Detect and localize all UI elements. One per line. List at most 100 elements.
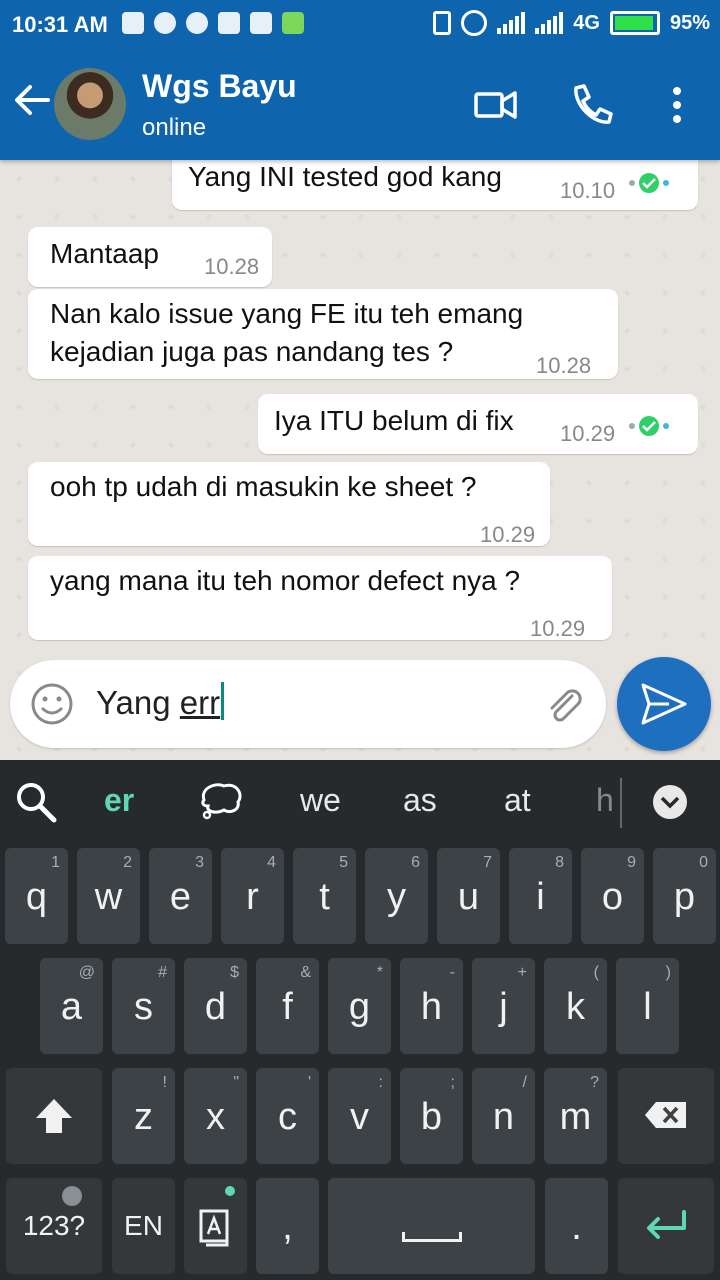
key-z[interactable]: ! z (112, 1068, 175, 1164)
key-h[interactable]: -h (400, 958, 463, 1054)
message-input[interactable]: Yang err (96, 682, 225, 722)
expand-suggestions-icon[interactable] (652, 784, 688, 820)
key-label: i (536, 876, 545, 918)
message-bubble-outgoing[interactable]: Iya ITU belum di fix 10.29 (258, 394, 698, 454)
key-r[interactable]: 4r (221, 848, 284, 944)
game-notification-icon (218, 12, 240, 34)
message-bubble-incoming[interactable]: yang mana itu teh nomor defect nya ? 10.… (28, 556, 612, 641)
video-call-icon[interactable] (470, 80, 520, 130)
key-j[interactable]: + j (472, 958, 535, 1054)
key-n[interactable]: / n (472, 1068, 535, 1164)
message-time: 10.29 (530, 616, 586, 641)
key-o[interactable]: 9o (581, 848, 644, 944)
speech-bubble-icon[interactable] (198, 780, 244, 822)
key-e[interactable]: 3e (149, 848, 212, 944)
status-right-icons: 4G 95% (433, 10, 710, 36)
key-s[interactable]: # s (112, 958, 175, 1054)
message-bubble-incoming[interactable]: ooh tp udah di masukin ke sheet ? 10.29 (28, 462, 550, 547)
emoji-icon[interactable] (30, 682, 74, 726)
key-hint: : (378, 1074, 383, 1091)
message-bubble-incoming[interactable]: Mantaap 10.28 (28, 227, 272, 287)
language-key[interactable]: EN (112, 1178, 175, 1274)
message-text: yang mana itu teh nomor defect nya ? (50, 565, 521, 596)
key-label: c (278, 1096, 297, 1138)
key-c[interactable]: ' c (256, 1068, 319, 1164)
key-b[interactable]: ; b (400, 1068, 463, 1164)
read-receipt-icon (629, 173, 669, 193)
suggestion-2[interactable]: we (300, 782, 341, 819)
key-l[interactable]: ) l (616, 958, 679, 1054)
send-button[interactable] (617, 657, 711, 751)
key-hint: 0 (699, 854, 708, 871)
key-f[interactable]: & f (256, 958, 319, 1054)
key-hint: 7 (483, 854, 492, 871)
comma-key[interactable]: , (256, 1178, 319, 1274)
key-hint: 9 (627, 854, 636, 871)
key-label: n (492, 1096, 515, 1138)
voice-call-icon[interactable] (566, 80, 616, 130)
key-d[interactable]: $ d (184, 958, 247, 1054)
shift-key[interactable] (6, 1068, 102, 1164)
suggestion-1[interactable]: er (104, 782, 134, 819)
translate-indicator (225, 1186, 235, 1196)
message-text-line-1: Nan kalo issue yang FE itu teh emang (50, 298, 524, 329)
key-q[interactable]: 1q (5, 848, 68, 944)
status-time: 10:31 AM (12, 12, 108, 37)
enter-key[interactable] (618, 1178, 714, 1274)
message-time: 10.29 (560, 421, 616, 446)
key-u[interactable]: 7u (437, 848, 500, 944)
key-w[interactable]: 2w (77, 848, 140, 944)
signal-2-icon (535, 12, 564, 34)
suggestion-5[interactable]: h (596, 782, 614, 819)
message-text: Yang INI tested god kang (188, 161, 502, 192)
key-a[interactable]: @ a (40, 958, 103, 1054)
key-hint: @ (78, 964, 95, 981)
backspace-key[interactable] (618, 1068, 714, 1164)
key-hint: & (300, 964, 311, 981)
key-hint: " (233, 1074, 239, 1091)
suggestion-4[interactable]: at (504, 782, 531, 819)
translate-key[interactable] (184, 1178, 247, 1274)
send-icon (641, 683, 687, 725)
battery-level (614, 16, 653, 30)
key-i[interactable]: 8i (509, 848, 572, 944)
key-label: m (559, 1096, 592, 1138)
suggestion-3[interactable]: as (403, 782, 437, 819)
comma-key-label: , (282, 1206, 293, 1248)
key-m[interactable]: ? m (544, 1068, 607, 1164)
notification-icons (122, 12, 304, 34)
app-notification-icon (186, 12, 208, 34)
key-label: r (246, 876, 259, 918)
contact-name[interactable]: Wgs Bayu (142, 68, 297, 105)
key-p[interactable]: 0p (653, 848, 716, 944)
key-k[interactable]: (k (544, 958, 607, 1054)
back-arrow-icon[interactable] (12, 80, 52, 120)
period-key[interactable]: . (545, 1178, 608, 1274)
key-label: o (601, 876, 624, 918)
key-label: d (204, 986, 227, 1028)
key-hint: 5 (339, 854, 348, 871)
attach-icon[interactable] (542, 682, 586, 726)
key-label: f (282, 986, 293, 1028)
key-v[interactable]: :v (328, 1068, 391, 1164)
key-x[interactable]: " x (184, 1068, 247, 1164)
search-icon[interactable] (14, 780, 58, 824)
key-hint: 2 (123, 854, 132, 871)
key-hint: 6 (411, 854, 420, 871)
contact-avatar[interactable] (54, 68, 126, 140)
key-hint: ? (590, 1074, 599, 1091)
key-label: e (169, 876, 192, 918)
key-t[interactable]: 5t (293, 848, 356, 944)
message-composer[interactable]: Yang err (10, 660, 606, 748)
key-label: a (60, 986, 83, 1028)
message-bubble-incoming[interactable]: Nan kalo issue yang FE itu teh emang kej… (28, 289, 618, 379)
key-y[interactable]: 6y (365, 848, 428, 944)
message-bubble-outgoing[interactable]: Yang INI tested god kang 10.10 (172, 160, 698, 210)
symbols-key[interactable]: 123? (6, 1178, 102, 1274)
network-type: 4G (573, 11, 600, 34)
space-key[interactable] (328, 1178, 535, 1274)
key-g[interactable]: * g (328, 958, 391, 1054)
more-options-icon[interactable] (652, 80, 702, 130)
android-notification-icon (282, 12, 304, 34)
play-store-notification-icon (250, 12, 272, 34)
